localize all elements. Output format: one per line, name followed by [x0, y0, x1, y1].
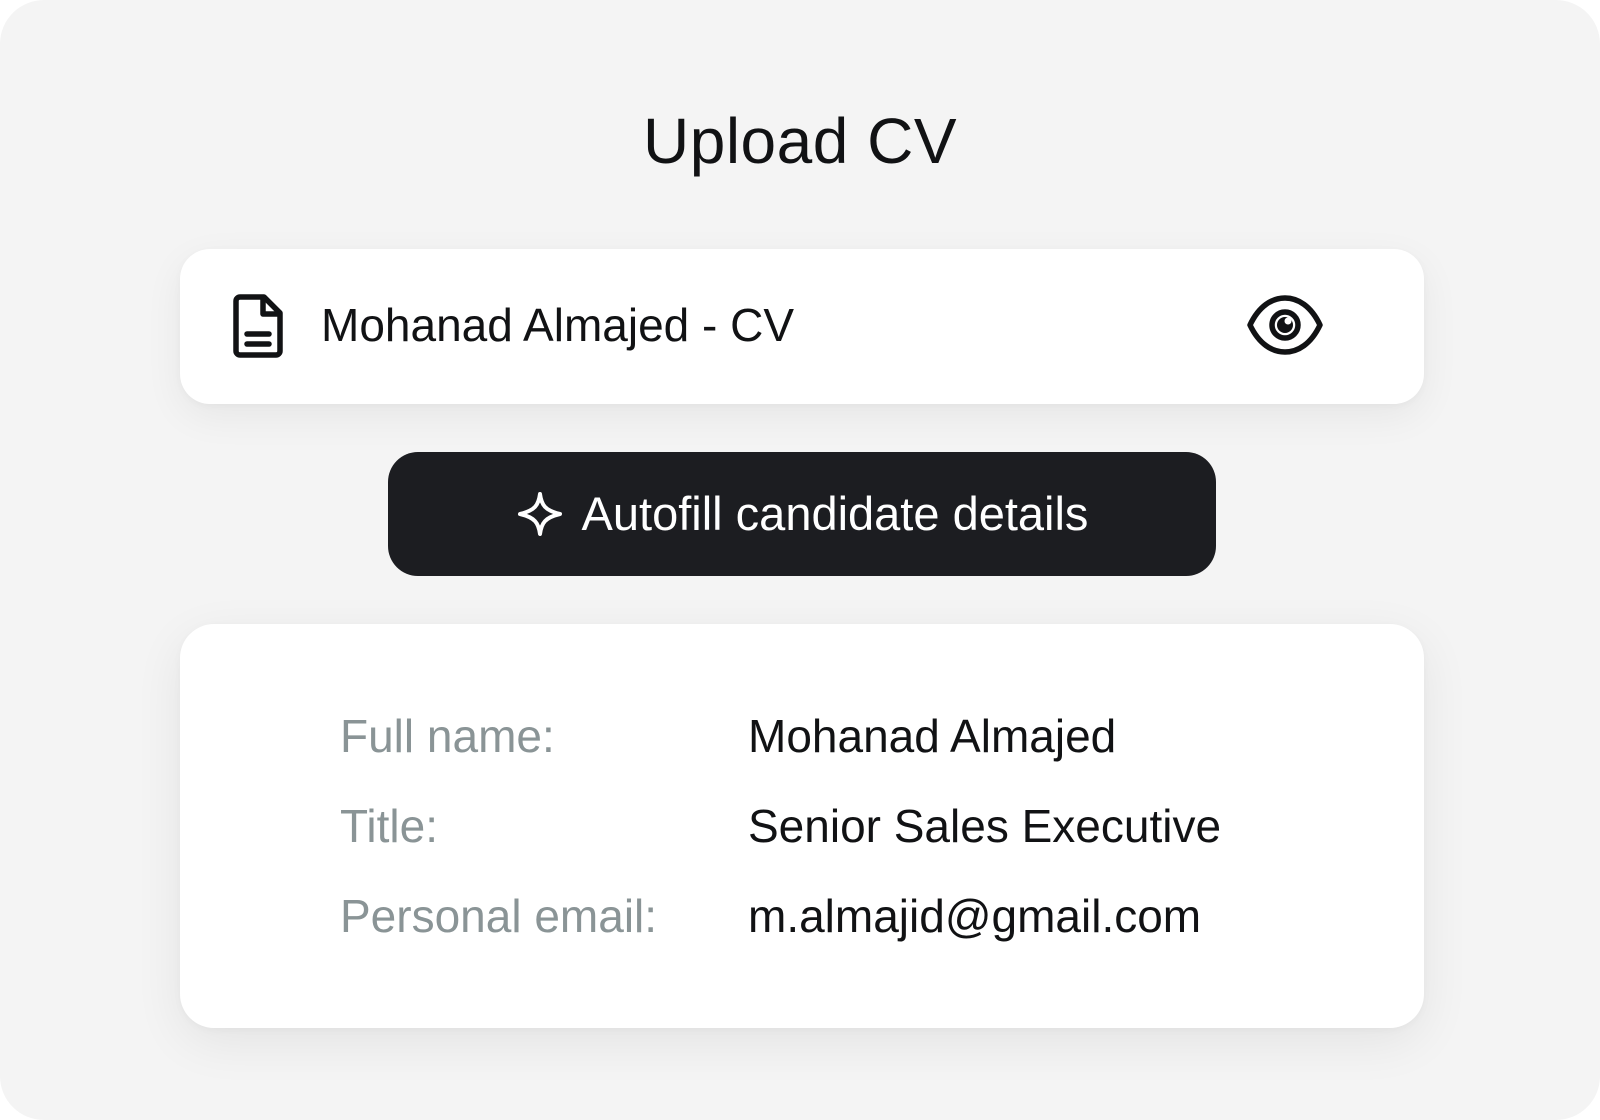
full-name-label: Full name:	[340, 710, 555, 762]
personal-email-value: m.almajid@gmail.com	[748, 890, 1202, 942]
upload-cv-panel: Upload CV Mohanad Almajed - CV Autofill …	[0, 0, 1600, 1120]
sparkle-icon	[516, 490, 564, 538]
personal-email-label: Personal email:	[340, 890, 658, 942]
file-name: Mohanad Almajed - CV	[321, 299, 795, 351]
detail-row-full-name: Full name: Mohanad Almajed	[340, 706, 1340, 766]
full-name-value: Mohanad Almajed	[748, 710, 1117, 762]
title-label: Title:	[340, 800, 438, 852]
detail-row-personal-email: Personal email: m.almajid@gmail.com	[340, 886, 1340, 946]
document-icon	[232, 293, 286, 359]
preview-cv-button[interactable]	[1242, 289, 1328, 365]
autofill-candidate-details-button[interactable]: Autofill candidate details	[388, 452, 1216, 576]
uploaded-file-card: Mohanad Almajed - CV	[180, 249, 1424, 404]
candidate-details-card: Full name: Mohanad Almajed Title: Senior…	[180, 624, 1424, 1028]
eye-icon	[1245, 293, 1325, 362]
autofill-button-label: Autofill candidate details	[581, 487, 1089, 540]
detail-row-title: Title: Senior Sales Executive	[340, 796, 1340, 856]
title-value: Senior Sales Executive	[748, 800, 1222, 852]
page-title: Upload CV	[643, 105, 957, 177]
